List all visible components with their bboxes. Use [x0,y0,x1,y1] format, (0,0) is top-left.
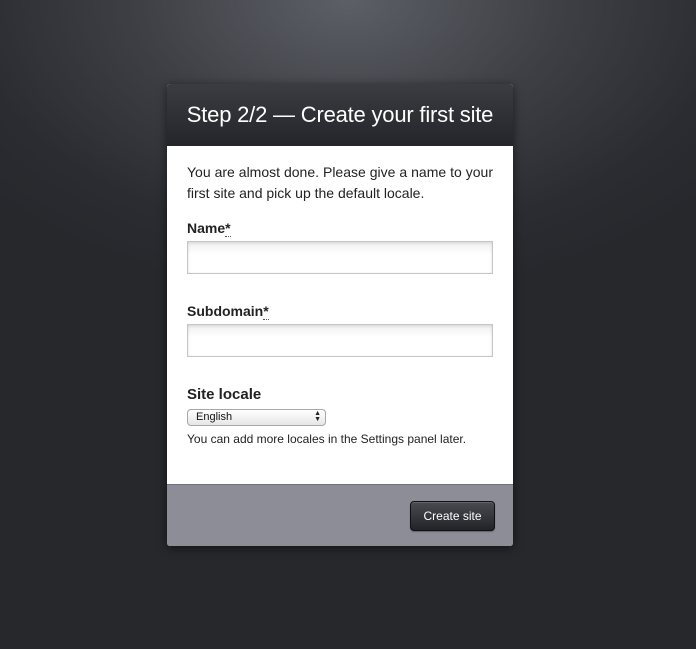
subdomain-required-mark: * [263,303,269,320]
locale-field-group: Site locale English ▲ ▼ You can add more … [187,386,493,446]
locale-select[interactable]: English ▲ ▼ [187,409,326,426]
locale-selected-value: English [196,411,233,423]
subdomain-field-group: Subdomain* [187,303,493,357]
name-label: Name* [187,220,493,237]
intro-text: You are almost done. Please give a name … [187,164,493,201]
create-site-button[interactable]: Create site [410,501,495,531]
name-label-text: Name [187,220,226,236]
subdomain-input[interactable] [187,324,493,357]
select-arrows-icon: ▲ ▼ [314,410,321,423]
panel-footer: Create site [167,484,513,546]
locale-hint: You can add more locales in the Settings… [187,432,467,446]
panel-body: You are almost done. Please give a name … [167,146,513,446]
subdomain-label-text: Subdomain [187,303,264,319]
name-input[interactable] [187,241,493,274]
name-field-group: Name* [187,220,493,274]
locale-label: Site locale [187,386,262,403]
create-site-panel: Step 2/2 — Create your first site You ar… [167,84,513,546]
name-required-mark: * [225,220,231,237]
panel-title: Step 2/2 — Create your first site [167,84,513,146]
subdomain-label: Subdomain* [187,303,493,320]
